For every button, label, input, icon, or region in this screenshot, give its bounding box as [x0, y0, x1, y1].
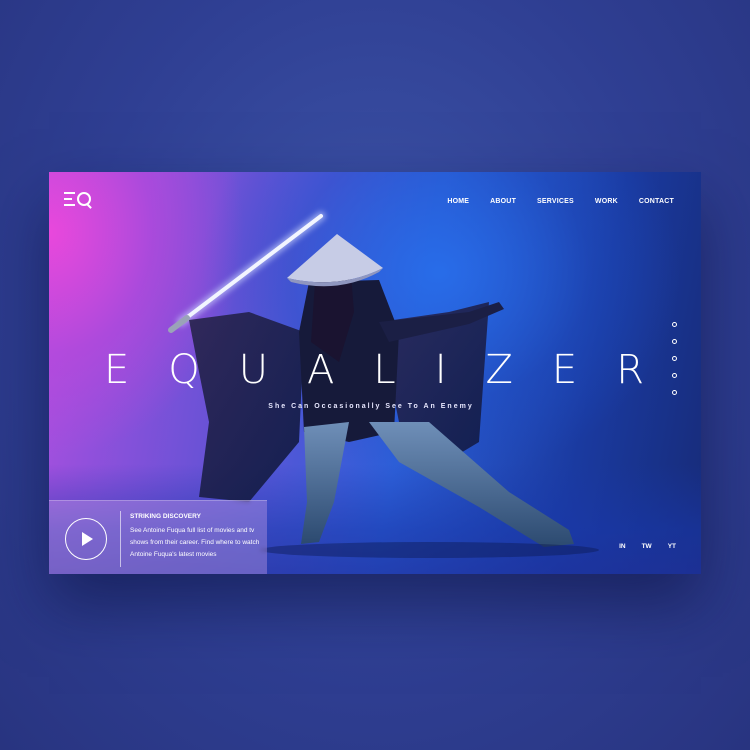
pager-dot-5[interactable] — [672, 390, 677, 395]
title-letter: Q — [168, 347, 200, 393]
title-letter: R — [616, 347, 644, 393]
nav-home[interactable]: HOME — [447, 198, 469, 205]
title-letter: L — [373, 347, 396, 393]
pager-dot-1[interactable] — [672, 322, 677, 327]
pager-dot-2[interactable] — [672, 339, 677, 344]
social-instagram-link[interactable]: IN — [619, 543, 626, 550]
eq-logo[interactable] — [64, 192, 91, 206]
play-icon[interactable] — [65, 518, 107, 560]
info-text: See Antoine Fuqua full list of movies an… — [130, 527, 260, 558]
nav-services[interactable]: SERVICES — [537, 198, 574, 205]
social-youtube-link[interactable]: YT — [668, 543, 676, 550]
hero-title: E Q U A L I Z E R — [104, 350, 644, 390]
hero-subtitle: She Can Occasionally See To An Enemy — [268, 403, 474, 410]
title-letter: E — [551, 347, 578, 393]
nav-about[interactable]: ABOUT — [490, 198, 516, 205]
slide-pager — [672, 322, 677, 395]
nav-work[interactable]: WORK — [595, 198, 618, 205]
main-nav: HOME ABOUT SERVICES WORK CONTACT — [426, 198, 674, 205]
social-twitter-link[interactable]: TW — [642, 543, 652, 550]
pager-dot-3[interactable] — [672, 356, 677, 361]
eq-logo-icon — [64, 192, 75, 206]
info-divider — [120, 511, 121, 567]
info-panel: STRIKING DISCOVERY See Antoine Fuqua ful… — [49, 500, 267, 574]
pager-dot-4[interactable] — [672, 373, 677, 378]
nav-contact[interactable]: CONTACT — [639, 198, 674, 205]
social-links: IN TW YT — [603, 543, 676, 550]
title-letter: U — [238, 347, 269, 393]
title-letter: A — [307, 347, 335, 393]
title-letter: E — [104, 347, 130, 393]
hero-card: HOME ABOUT SERVICES WORK CONTACT E Q U A… — [49, 172, 701, 574]
title-letter: Z — [485, 347, 513, 393]
logo-q-mark — [77, 192, 91, 206]
title-letter: I — [434, 347, 447, 393]
info-heading: STRIKING DISCOVERY — [130, 513, 201, 520]
